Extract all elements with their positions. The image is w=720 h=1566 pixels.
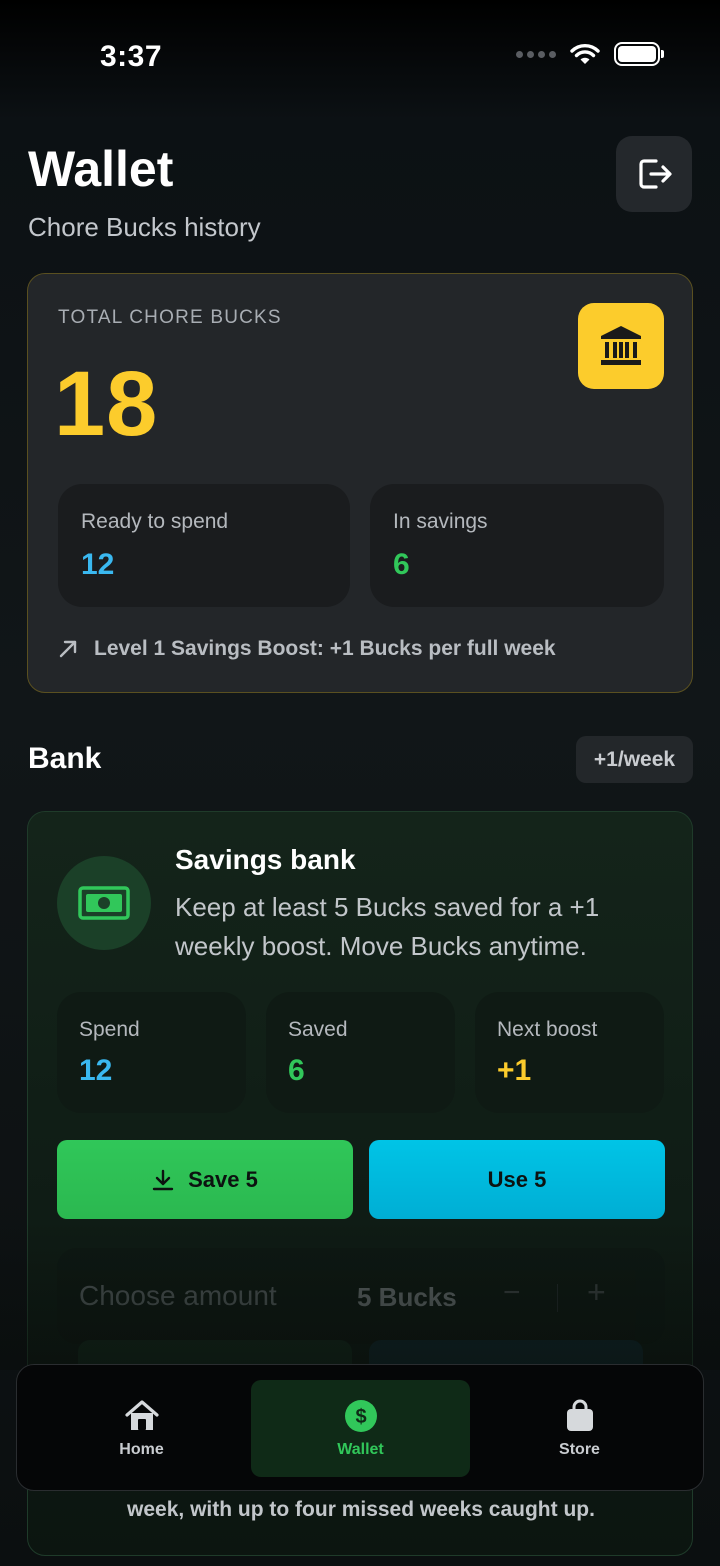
logout-button[interactable]	[616, 136, 692, 212]
next-boost-value: +1	[497, 1054, 532, 1087]
dollar-coin-icon: $	[344, 1399, 377, 1432]
next-boost-label: Next boost	[497, 1018, 598, 1041]
ready-to-spend-stat: Ready to spend 12	[58, 484, 350, 607]
saved-value: 6	[288, 1054, 305, 1087]
amount-value: 5 Bucks	[357, 1282, 457, 1312]
svg-text:$: $	[355, 1406, 366, 1428]
stepper-divider	[557, 1284, 558, 1312]
weekly-rate-pill: +1/week	[576, 736, 693, 783]
total-label: TOTAL CHORE BUCKS	[58, 307, 282, 328]
saved-label: Saved	[288, 1018, 348, 1041]
tab-store-label: Store	[559, 1440, 600, 1458]
home-icon	[124, 1399, 159, 1430]
increase-amount-button[interactable]: +	[587, 1274, 606, 1311]
saved-stat: Saved 6	[266, 992, 455, 1113]
in-savings-stat: In savings 6	[370, 484, 664, 607]
save-button-label: Save 5	[188, 1166, 258, 1192]
spend-stat: Spend 12	[57, 992, 246, 1113]
savings-label: In savings	[393, 510, 488, 533]
tab-wallet[interactable]: $ Wallet	[251, 1380, 470, 1477]
spend-label: Spend	[79, 1018, 140, 1041]
status-bar: 3:37	[0, 0, 720, 110]
bank-footer-text: week, with up to four missed weeks caugh…	[127, 1498, 595, 1521]
arrow-up-right-icon	[59, 640, 77, 658]
page-title: Wallet	[28, 141, 174, 197]
savings-boost-note: Level 1 Savings Boost: +1 Bucks per full…	[58, 637, 556, 661]
amount-label: Choose amount	[79, 1280, 277, 1311]
bank-section-title: Bank	[28, 742, 102, 775]
tab-store[interactable]: Store	[470, 1380, 689, 1477]
use-button[interactable]: Use 5	[369, 1140, 665, 1219]
cellular-signal-icon	[516, 50, 556, 58]
use-button-label: Use 5	[487, 1166, 547, 1192]
status-icons	[516, 42, 664, 66]
tab-wallet-label: Wallet	[337, 1440, 384, 1458]
savings-bank-title: Savings bank	[175, 844, 356, 875]
cash-icon	[78, 886, 130, 920]
logout-icon	[639, 159, 672, 189]
bank-badge	[578, 303, 664, 389]
wifi-icon	[570, 44, 600, 64]
download-icon	[152, 1169, 174, 1190]
amount-selector: Choose amount 5 Bucks − +	[57, 1248, 665, 1344]
tab-home[interactable]: Home	[32, 1380, 251, 1477]
savings-value: 6	[393, 548, 410, 581]
status-time: 3:37	[100, 40, 163, 73]
savings-bank-description: Keep at least 5 Bucks saved for a +1 wee…	[175, 892, 600, 961]
spend-value: 12	[79, 1054, 113, 1087]
shopping-bag-icon	[566, 1399, 593, 1431]
bottom-tab-bar: Home $ Wallet Store	[16, 1364, 704, 1491]
ready-value: 12	[81, 548, 115, 581]
tab-home-label: Home	[119, 1440, 164, 1458]
decrease-amount-button[interactable]: −	[503, 1276, 521, 1310]
total-value: 18	[54, 353, 159, 455]
cash-icon-circle	[57, 856, 151, 950]
page-subtitle: Chore Bucks history	[28, 212, 261, 242]
next-boost-stat: Next boost +1	[475, 992, 664, 1113]
ready-label: Ready to spend	[81, 510, 229, 533]
bank-building-icon	[601, 326, 641, 365]
total-balance-card: TOTAL CHORE BUCKS 18 Ready to spend 12 I…	[27, 273, 693, 693]
battery-icon	[614, 42, 664, 66]
boost-text: Level 1 Savings Boost: +1 Bucks per full…	[94, 637, 556, 660]
save-button[interactable]: Save 5	[57, 1140, 353, 1219]
